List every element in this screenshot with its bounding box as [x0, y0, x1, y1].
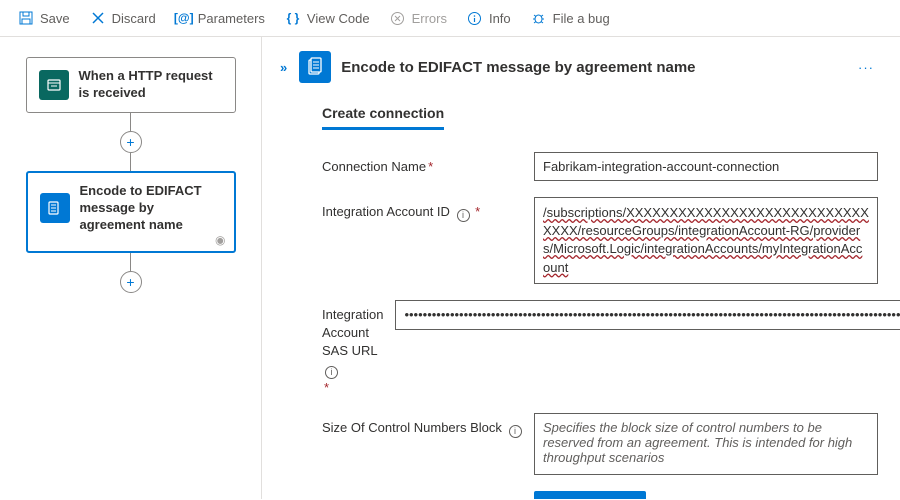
toolbar: Save Discard [@] Parameters { } View Cod…: [0, 0, 900, 37]
discard-button[interactable]: Discard: [82, 6, 164, 30]
parameters-label: Parameters: [198, 11, 265, 26]
collapse-panel-button[interactable]: »: [276, 58, 289, 77]
action-config-panel: » Encode to EDIFACT message by agreement…: [262, 37, 900, 499]
info-icon[interactable]: i: [509, 425, 522, 438]
connector-line: [130, 253, 131, 271]
save-label: Save: [40, 11, 70, 26]
integration-account-id-input[interactable]: /subscriptions/XXXXXXXXXXXXXXXXXXXXXXXXX…: [534, 197, 878, 284]
connection-name-input[interactable]: [534, 152, 878, 181]
create-new-button[interactable]: Create New: [534, 491, 646, 499]
errors-icon: [390, 10, 406, 26]
add-step-button[interactable]: +: [120, 271, 142, 293]
parameters-button[interactable]: [@] Parameters: [168, 6, 273, 30]
errors-button[interactable]: Errors: [382, 6, 455, 30]
connection-name-label: Connection Name*: [322, 152, 522, 176]
file-bug-button[interactable]: File a bug: [523, 6, 618, 30]
discard-icon: [90, 10, 106, 26]
parameters-icon: [@]: [176, 10, 192, 26]
view-code-label: View Code: [307, 11, 370, 26]
action-node-label: Encode to EDIFACT message by agreement n…: [80, 183, 222, 234]
integration-account-id-label: Integration Account ID i *: [322, 197, 522, 222]
errors-label: Errors: [412, 11, 447, 26]
http-trigger-icon: [39, 70, 69, 100]
edifact-action-icon: [40, 193, 70, 223]
save-button[interactable]: Save: [10, 6, 78, 30]
info-icon: [467, 10, 483, 26]
info-button[interactable]: Info: [459, 6, 519, 30]
block-size-input[interactable]: Specifies the block size of control numb…: [534, 413, 878, 475]
add-step-button[interactable]: +: [120, 131, 142, 153]
panel-title: Encode to EDIFACT message by agreement n…: [341, 59, 844, 76]
info-label: Info: [489, 11, 511, 26]
discard-label: Discard: [112, 11, 156, 26]
tab-create-connection[interactable]: Create connection: [322, 105, 444, 130]
designer-canvas: When a HTTP request is received + Encode…: [0, 37, 262, 499]
sas-url-input[interactable]: ••••••••••••••••••••••••••••••••••••••••…: [395, 300, 900, 330]
save-icon: [18, 10, 34, 26]
bug-icon: [531, 10, 547, 26]
sas-url-label: Integration Account SAS URL i *: [322, 300, 383, 398]
code-icon: { }: [285, 10, 301, 26]
info-icon[interactable]: i: [457, 209, 470, 222]
info-icon[interactable]: i: [325, 366, 338, 379]
action-node[interactable]: Encode to EDIFACT message by agreement n…: [26, 171, 236, 254]
connector-line: [130, 113, 131, 131]
file-bug-label: File a bug: [553, 11, 610, 26]
trigger-node-label: When a HTTP request is received: [79, 68, 223, 102]
panel-more-button[interactable]: ···: [854, 56, 878, 79]
connector-line: [130, 153, 131, 171]
preview-icon: ◉: [215, 233, 225, 247]
trigger-node[interactable]: When a HTTP request is received: [26, 57, 236, 113]
edifact-panel-icon: [299, 51, 331, 83]
block-size-label: Size Of Control Numbers Block i: [322, 413, 522, 438]
view-code-button[interactable]: { } View Code: [277, 6, 378, 30]
